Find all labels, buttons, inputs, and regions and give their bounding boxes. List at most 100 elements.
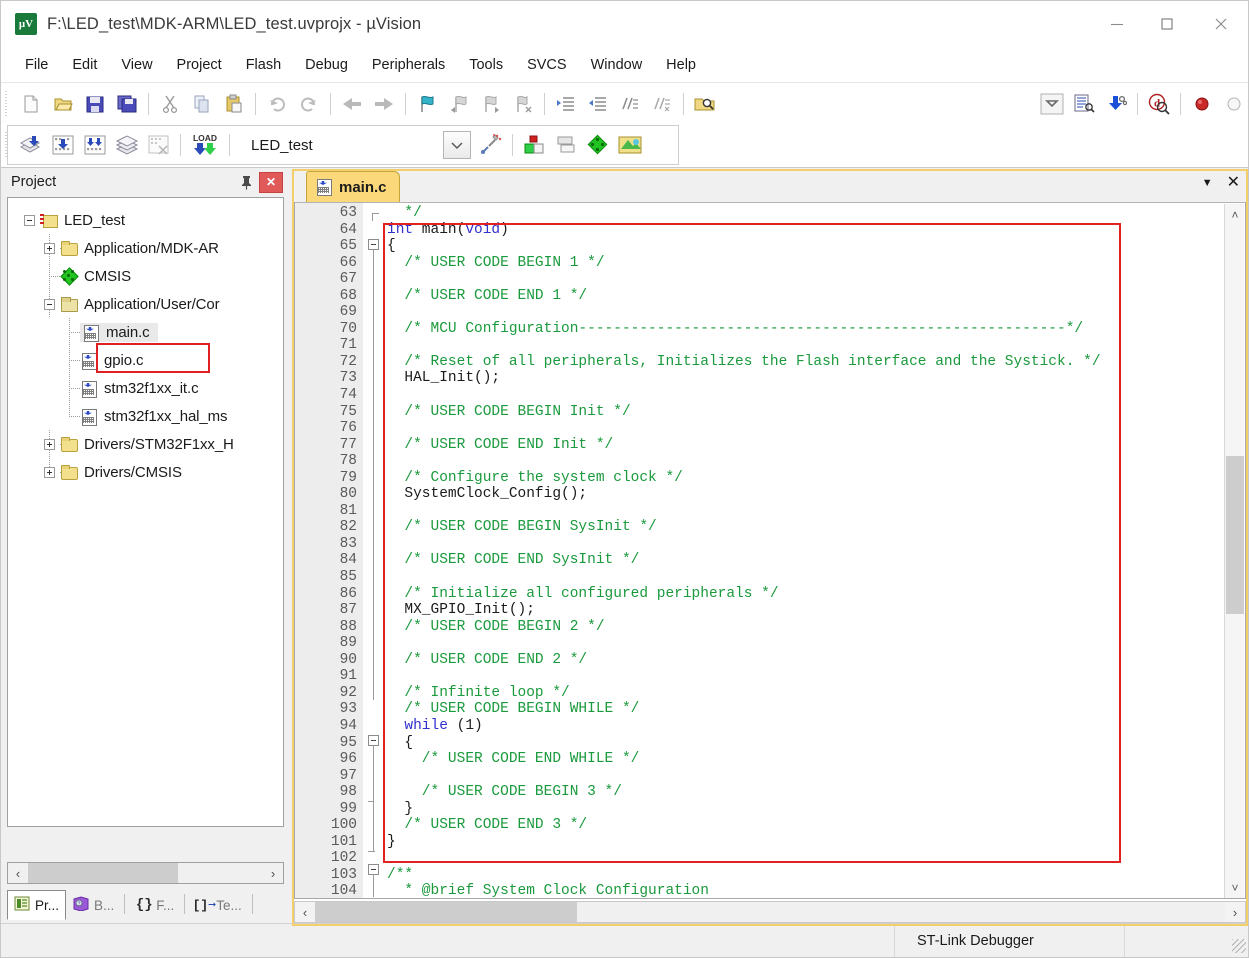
menu-file[interactable]: File bbox=[13, 54, 60, 76]
menu-flash[interactable]: Flash bbox=[234, 54, 293, 76]
tree-node-drivers-cmsis[interactable]: Drivers/CMSIS bbox=[14, 458, 283, 486]
code-line[interactable]: 76 bbox=[295, 420, 1245, 437]
vscroll-thumb[interactable] bbox=[1226, 456, 1244, 614]
close-document-icon[interactable]: ✕ bbox=[1227, 175, 1240, 191]
code-line[interactable]: 71 bbox=[295, 337, 1245, 354]
collapse-toggle-icon[interactable] bbox=[44, 299, 55, 310]
fold-toggle-doc-comment[interactable] bbox=[368, 864, 379, 875]
code-line[interactable]: 91 bbox=[295, 668, 1245, 685]
clear-bookmarks-icon[interactable] bbox=[507, 89, 539, 119]
redo-icon[interactable] bbox=[293, 89, 325, 119]
code-line[interactable]: 64 int main(void) bbox=[295, 222, 1245, 239]
menu-project[interactable]: Project bbox=[165, 54, 234, 76]
menu-view[interactable]: View bbox=[109, 54, 164, 76]
code-line[interactable]: 72 /* Reset of all peripherals, Initiali… bbox=[295, 354, 1245, 371]
code-line[interactable]: 81 bbox=[295, 503, 1245, 520]
close-button[interactable] bbox=[1192, 1, 1248, 47]
build-toolbar-gripper[interactable] bbox=[4, 132, 12, 158]
save-all-icon[interactable] bbox=[111, 89, 143, 119]
code-line[interactable]: 67 bbox=[295, 271, 1245, 288]
code-line[interactable]: 101} bbox=[295, 834, 1245, 851]
editor-vscrollbar[interactable]: ˄ ˅ bbox=[1224, 204, 1245, 898]
resize-grip-icon[interactable] bbox=[1232, 939, 1246, 953]
code-line[interactable]: 66 /* USER CODE BEGIN 1 */ bbox=[295, 255, 1245, 272]
code-line[interactable]: 85 bbox=[295, 569, 1245, 586]
code-line[interactable]: 97 bbox=[295, 768, 1245, 785]
outdent-icon[interactable] bbox=[582, 89, 614, 119]
tree-node-stm32f1xx-hal-msp-c[interactable]: stm32f1xx_hal_ms bbox=[14, 402, 283, 430]
batch-build-icon[interactable] bbox=[111, 130, 143, 160]
manage-components-icon[interactable] bbox=[582, 130, 614, 160]
minimize-button[interactable] bbox=[1092, 1, 1142, 47]
code-line[interactable]: 77 /* USER CODE END Init */ bbox=[295, 437, 1245, 454]
indent-icon[interactable] bbox=[550, 89, 582, 119]
menu-edit[interactable]: Edit bbox=[60, 54, 109, 76]
code-line[interactable]: 93 /* USER CODE BEGIN WHILE */ bbox=[295, 701, 1245, 718]
code-line[interactable]: 86 /* Initialize all configured peripher… bbox=[295, 586, 1245, 603]
scroll-up-icon[interactable]: ˄ bbox=[1225, 204, 1245, 226]
expand-toggle-icon[interactable] bbox=[44, 243, 55, 254]
project-tree-hscrollbar[interactable]: ‹ › bbox=[7, 862, 284, 884]
insert-bookmark-icon[interactable] bbox=[411, 89, 443, 119]
code-line[interactable]: 92 /* Infinite loop */ bbox=[295, 685, 1245, 702]
build-icon[interactable] bbox=[47, 130, 79, 160]
close-icon[interactable]: ✕ bbox=[259, 171, 283, 193]
pin-icon[interactable] bbox=[235, 172, 257, 192]
code-editor[interactable]: 63 */64 int main(void) 65{66 /* USER CODE … bbox=[294, 202, 1246, 899]
prev-bookmark-icon[interactable] bbox=[443, 89, 475, 119]
code-line[interactable]: 69 bbox=[295, 304, 1245, 321]
hscroll-thumb[interactable] bbox=[315, 902, 577, 922]
editor-hscrollbar[interactable]: ‹ › bbox=[294, 901, 1246, 923]
code-line[interactable]: 104 * @brief System Clock Configuration bbox=[295, 883, 1245, 898]
code-line[interactable]: 96 /* USER CODE END WHILE */ bbox=[295, 751, 1245, 768]
disable-breakpoint-icon[interactable] bbox=[1218, 89, 1248, 119]
pack-installer-icon[interactable] bbox=[614, 130, 646, 160]
hscroll-track[interactable] bbox=[28, 863, 263, 883]
menu-window[interactable]: Window bbox=[579, 54, 655, 76]
code-line[interactable]: 78 bbox=[295, 453, 1245, 470]
find-in-files-icon[interactable] bbox=[689, 89, 721, 119]
code-line[interactable]: 82 /* USER CODE BEGIN SysInit */ bbox=[295, 519, 1245, 536]
navigate-forward-icon[interactable] bbox=[368, 89, 400, 119]
next-bookmark-icon[interactable] bbox=[475, 89, 507, 119]
code-line[interactable]: 94 while (1) bbox=[295, 718, 1245, 735]
document-tab-main-c[interactable]: main.c bbox=[306, 171, 400, 202]
configure-toolbar-icon[interactable] bbox=[1036, 89, 1068, 119]
scroll-left-icon[interactable]: ‹ bbox=[295, 902, 315, 922]
menu-tools[interactable]: Tools bbox=[457, 54, 515, 76]
scroll-right-icon[interactable]: › bbox=[263, 863, 283, 883]
code-line[interactable]: 98 /* USER CODE BEGIN 3 */ bbox=[295, 784, 1245, 801]
tab-templates[interactable]: [] ➞ Te... bbox=[188, 890, 249, 920]
chevron-down-icon[interactable] bbox=[443, 131, 471, 159]
text-browse-icon[interactable] bbox=[1068, 89, 1100, 119]
code-line[interactable]: 70 /* MCU Configuration-----------------… bbox=[295, 321, 1245, 338]
target-options-icon[interactable] bbox=[475, 130, 507, 160]
menu-peripherals[interactable]: Peripherals bbox=[360, 54, 457, 76]
tree-node-main-c[interactable]: main.c bbox=[14, 318, 283, 346]
toolbar-gripper[interactable] bbox=[4, 90, 12, 117]
code-line[interactable]: 80 SystemClock_Config(); bbox=[295, 486, 1245, 503]
translate-icon[interactable] bbox=[15, 130, 47, 160]
scroll-down-icon[interactable]: ˅ bbox=[1225, 877, 1245, 898]
fold-toggle-main[interactable] bbox=[368, 239, 379, 250]
scroll-left-icon[interactable]: ‹ bbox=[8, 863, 28, 883]
code-line[interactable]: 103 /** bbox=[295, 867, 1245, 884]
paste-icon[interactable] bbox=[218, 89, 250, 119]
tree-node-gpio-c[interactable]: gpio.c bbox=[14, 346, 283, 374]
code-line[interactable]: 87 MX_GPIO_Init(); bbox=[295, 602, 1245, 619]
code-line[interactable]: 99 } bbox=[295, 801, 1245, 818]
code-line[interactable]: 100 /* USER CODE END 3 */ bbox=[295, 817, 1245, 834]
menu-debug[interactable]: Debug bbox=[293, 54, 360, 76]
tree-node-application-user-core[interactable]: Application/User/Cor bbox=[14, 290, 283, 318]
code-line[interactable]: 68 /* USER CODE END 1 */ bbox=[295, 288, 1245, 305]
code-line[interactable]: 83 bbox=[295, 536, 1245, 553]
code-line[interactable]: 75 /* USER CODE BEGIN Init */ bbox=[295, 404, 1245, 421]
undo-icon[interactable] bbox=[261, 89, 293, 119]
new-file-icon[interactable] bbox=[15, 89, 47, 119]
open-file-icon[interactable] bbox=[47, 89, 79, 119]
tree-node-stm32f1xx-it-c[interactable]: stm32f1xx_it.c bbox=[14, 374, 283, 402]
tab-books[interactable]: ? B... bbox=[66, 890, 121, 920]
hscroll-thumb[interactable] bbox=[28, 863, 178, 883]
collapse-toggle-icon[interactable] bbox=[24, 215, 35, 226]
expand-toggle-icon[interactable] bbox=[44, 439, 55, 450]
